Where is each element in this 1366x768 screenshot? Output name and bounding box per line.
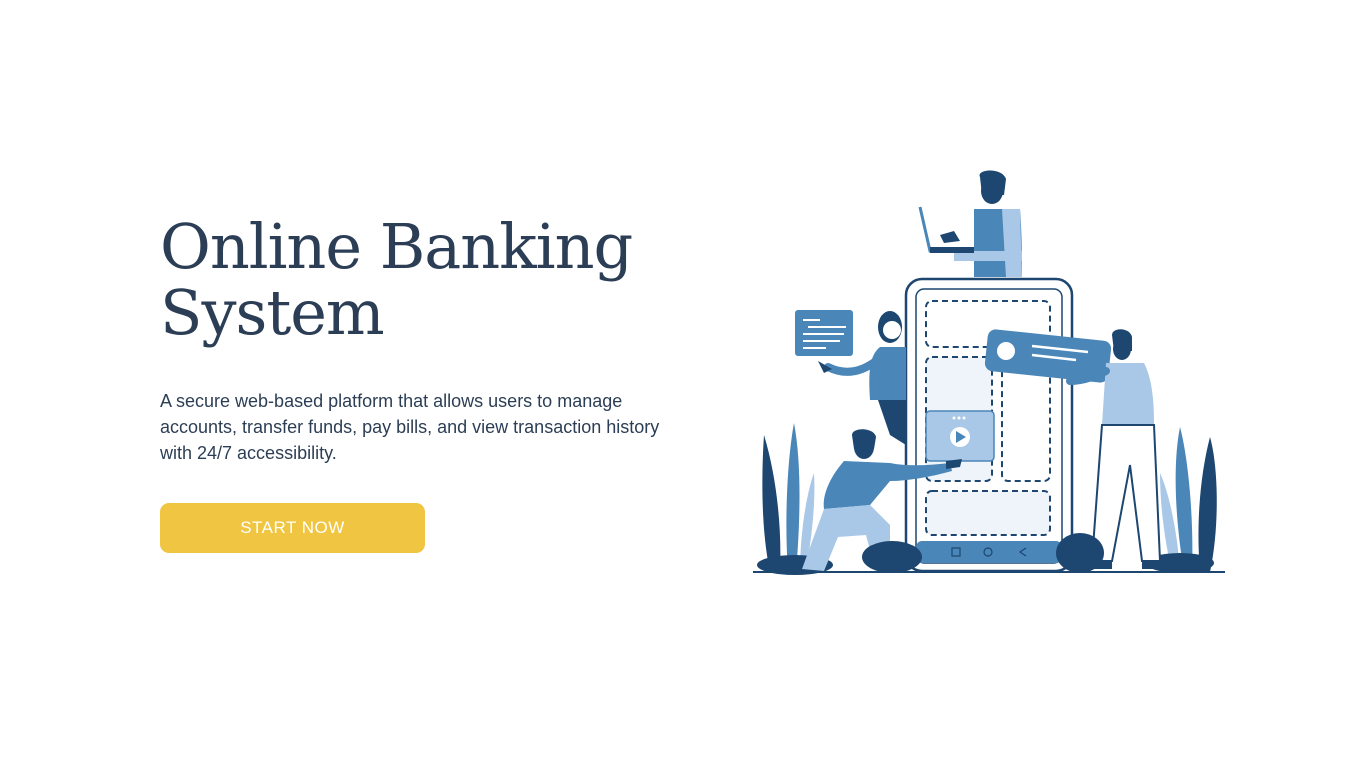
page-title: Online Banking System bbox=[160, 214, 680, 346]
banking-illustration bbox=[753, 170, 1225, 575]
message-card-icon bbox=[795, 310, 853, 356]
bush-icon bbox=[862, 541, 922, 573]
bush-icon bbox=[1056, 533, 1104, 573]
title-line-1: Online Banking bbox=[160, 210, 633, 283]
video-card-icon bbox=[925, 410, 995, 462]
hero-text: Online Banking System A secure web-based… bbox=[160, 214, 680, 466]
start-now-button[interactable]: START NOW bbox=[160, 503, 425, 553]
title-line-2: System bbox=[160, 276, 385, 349]
hero-description: A secure web-based platform that allows … bbox=[160, 391, 660, 463]
landing-page: Online Banking System A secure web-based… bbox=[0, 0, 1366, 768]
man-with-laptop-icon bbox=[918, 170, 1022, 277]
